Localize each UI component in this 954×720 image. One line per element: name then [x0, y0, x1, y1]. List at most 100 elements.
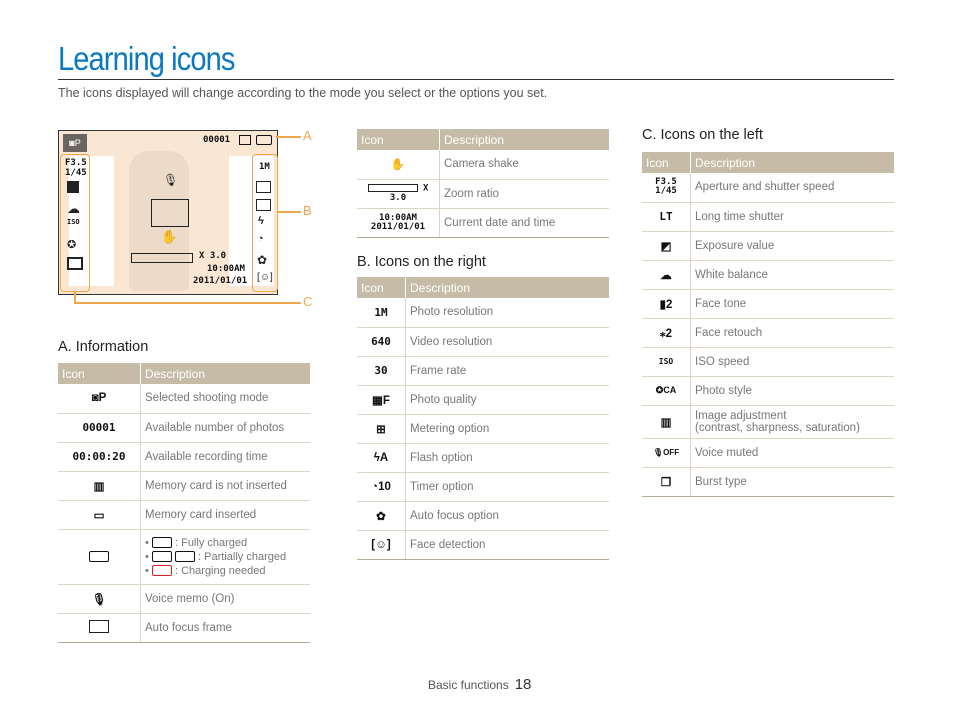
- row-desc: Photo style: [690, 376, 894, 406]
- hand-shake-icon: ✋: [357, 150, 440, 180]
- row-desc: Face tone: [690, 289, 894, 319]
- table-row: ✋ Camera shake: [357, 150, 609, 180]
- row-desc: Flash option: [405, 443, 609, 473]
- page-number: 18: [514, 676, 532, 693]
- metering-icon: ⊞: [357, 414, 406, 444]
- table-row: ▭ Memory card inserted: [58, 500, 310, 530]
- row-desc: Current date and time: [439, 208, 609, 238]
- callout-b: B: [303, 203, 312, 218]
- row-desc: Auto focus option: [405, 501, 609, 531]
- battery-partial-icon: [151, 551, 172, 563]
- table-row: 00001 Available number of photos: [58, 413, 310, 443]
- callout-c: C: [303, 294, 313, 309]
- long-time-icon: LT: [642, 202, 691, 232]
- preview-date: 2011/01/01: [193, 276, 248, 286]
- col-description: Description: [140, 363, 310, 384]
- row-desc: Memory card is not inserted: [140, 471, 310, 501]
- row-desc: Camera shake: [439, 150, 609, 180]
- row-desc-line1: Image adjustment: [695, 409, 787, 422]
- row-desc: ISO speed: [690, 347, 894, 377]
- row-desc: Memory card inserted: [140, 500, 310, 530]
- callout-line-a: [276, 136, 301, 138]
- title-divider: [58, 79, 894, 80]
- callout-box-b: [252, 154, 278, 292]
- callout-vline-c: [74, 291, 76, 302]
- row-desc-line2: (contrast, sharpness, saturation): [695, 421, 860, 434]
- table-row: ❐ Burst type: [642, 467, 894, 497]
- battery-partial-text: : Partially charged: [198, 550, 287, 563]
- iso-icon: ISO: [642, 347, 691, 377]
- row-desc: White balance: [690, 260, 894, 290]
- row-desc: Selected shooting mode: [140, 384, 310, 414]
- page-title: Learning icons: [58, 40, 235, 77]
- preview-time: 10:00AM: [207, 264, 245, 274]
- frame-rate-icon: 30: [357, 356, 406, 386]
- left-icons-table: Icon Description F3.5 1/45 Aperture and sh…: [642, 152, 894, 497]
- right-icons-table: Icon Description 1M Photo resolution 640 Vi…: [357, 277, 609, 560]
- col-description: Description: [405, 277, 609, 298]
- cloud-icon: ☁: [642, 260, 691, 290]
- table-row: ✿ Auto focus option: [357, 501, 609, 531]
- row-desc: Metering option: [405, 414, 609, 444]
- table-row: 30 Frame rate: [357, 356, 609, 386]
- table-row: 🎙 Voice memo (On): [58, 584, 310, 614]
- col-icon: Icon: [58, 363, 141, 384]
- table-row: ▥ Memory card is not inserted: [58, 471, 310, 501]
- page-footer: Basic functions 18: [428, 676, 531, 693]
- battery-empty-icon: [151, 565, 172, 577]
- table-row: ◙P Selected shooting mode: [58, 384, 310, 414]
- photo-style-icon: ✪CA: [642, 376, 691, 406]
- row-desc: Image adjustment (contrast, sharpness, sa…: [690, 405, 894, 439]
- page-subtitle: The icons displayed will change accordin…: [58, 86, 548, 100]
- exposure-icon: ◩: [642, 231, 691, 261]
- row-desc: Voice memo (On): [140, 584, 310, 614]
- zoom-bar-icon: X 3.0: [357, 179, 440, 209]
- battery-full-icon: [151, 537, 172, 549]
- shooting-mode-icon: ◙P: [63, 134, 87, 152]
- row-desc: Frame rate: [405, 356, 609, 386]
- table-row: ⊞ Metering option: [357, 414, 609, 444]
- table-row: ⁎2 Face retouch: [642, 318, 894, 348]
- table-row: ϟA Flash option: [357, 443, 609, 473]
- row-desc: Zoom ratio: [439, 179, 609, 209]
- table-row: ◔10 Timer option: [357, 472, 609, 502]
- battery-empty-item: • : Charging needed: [145, 564, 266, 577]
- col-icon: Icon: [642, 152, 691, 173]
- table-row: X 3.0 Zoom ratio: [357, 179, 609, 209]
- callout-line-b: [278, 211, 301, 213]
- battery-icon: [58, 529, 141, 585]
- row-desc: Face retouch: [690, 318, 894, 348]
- section-c-title: C. Icons on the left: [642, 127, 763, 143]
- table-row: • : Fully charged • : Partially charged …: [58, 529, 310, 585]
- burst-icon: ❐: [642, 467, 691, 497]
- row-desc: Burst type: [690, 467, 894, 497]
- row-desc: Photo resolution: [405, 298, 609, 328]
- table-row: ✪CA Photo style: [642, 376, 894, 406]
- table-row: ▦F Photo quality: [357, 385, 609, 415]
- table-row: 10:00AM 2011/01/01 Current date and time: [357, 208, 609, 238]
- face-detect-icon: [☺]: [357, 530, 406, 560]
- table-row: LT Long time shutter: [642, 202, 894, 232]
- col-icon: Icon: [357, 129, 440, 150]
- timer-icon: ◔10: [357, 472, 406, 502]
- memory-card-absent-icon: ▥: [58, 471, 141, 501]
- table-row: ◩ Exposure value: [642, 231, 894, 261]
- row-desc: Available number of photos: [140, 413, 310, 443]
- row-desc: Aperture and shutter speed: [690, 173, 894, 203]
- callout-line-c: [74, 302, 301, 304]
- callout-box-c: [60, 154, 90, 292]
- shake-icon: ✋: [161, 229, 178, 244]
- video-resolution-icon: 640: [357, 327, 406, 357]
- row-desc: Long time shutter: [690, 202, 894, 232]
- image-adjust-icon: ▥: [642, 405, 691, 439]
- camera-mode-icon: ◙P: [58, 384, 141, 414]
- table-row: ▥ Image adjustment (contrast, sharpness, s…: [642, 405, 894, 439]
- aperture-shutter-icon: F3.5 1/45: [642, 173, 691, 203]
- footer-section: Basic functions: [428, 678, 509, 692]
- row-desc: Video resolution: [405, 327, 609, 357]
- voice-off-icon: 🎙OFF: [642, 438, 691, 468]
- row-desc: Face detection: [405, 530, 609, 560]
- zoom-ratio: X 3.0: [199, 251, 227, 261]
- information-table: Icon Description ◙P Selected shooting mode…: [58, 363, 310, 643]
- table-row: ▮2 Face tone: [642, 289, 894, 319]
